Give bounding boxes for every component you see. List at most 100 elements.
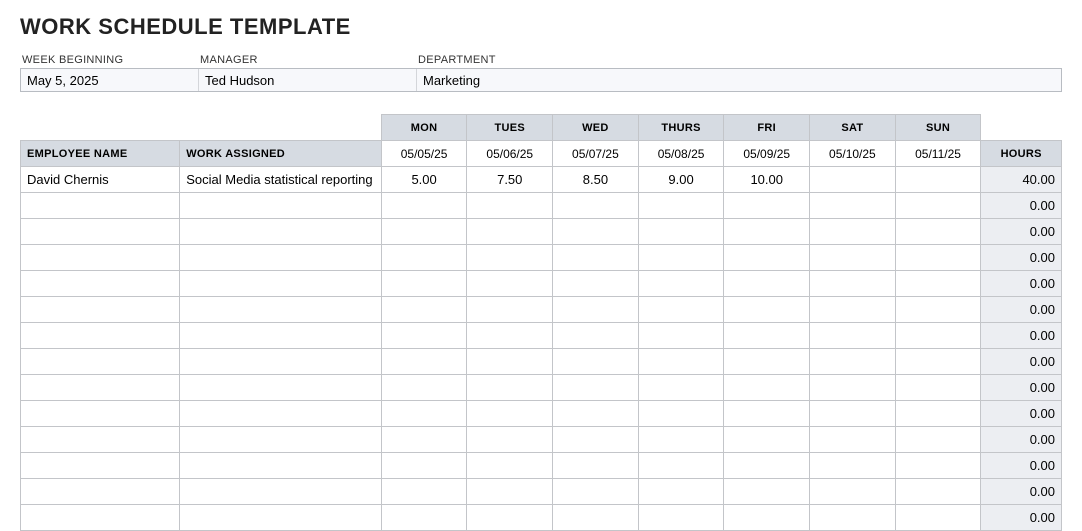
day-cell[interactable] (381, 271, 467, 297)
day-cell[interactable] (724, 271, 810, 297)
day-cell[interactable] (810, 479, 896, 505)
day-cell[interactable] (724, 245, 810, 271)
day-cell[interactable] (553, 245, 639, 271)
day-cell[interactable] (638, 349, 724, 375)
employee-cell[interactable] (21, 479, 180, 505)
work-cell[interactable] (180, 479, 382, 505)
day-cell[interactable] (810, 297, 896, 323)
day-cell[interactable] (553, 453, 639, 479)
day-cell[interactable] (895, 323, 981, 349)
day-cell[interactable]: 8.50 (553, 167, 639, 193)
work-cell[interactable] (180, 453, 382, 479)
work-cell[interactable] (180, 505, 382, 531)
day-cell[interactable] (467, 401, 553, 427)
day-cell[interactable] (553, 375, 639, 401)
day-cell[interactable] (724, 453, 810, 479)
day-cell[interactable] (467, 271, 553, 297)
employee-cell[interactable] (21, 219, 180, 245)
day-cell[interactable] (724, 297, 810, 323)
employee-cell[interactable] (21, 453, 180, 479)
day-cell[interactable] (381, 349, 467, 375)
employee-cell[interactable]: David Chernis (21, 167, 180, 193)
day-cell[interactable] (895, 219, 981, 245)
day-cell[interactable] (638, 297, 724, 323)
day-cell[interactable] (553, 479, 639, 505)
day-cell[interactable] (895, 297, 981, 323)
day-cell[interactable] (724, 401, 810, 427)
day-cell[interactable] (638, 427, 724, 453)
day-cell[interactable] (381, 427, 467, 453)
day-cell[interactable] (467, 427, 553, 453)
day-cell[interactable] (381, 323, 467, 349)
day-cell[interactable] (553, 297, 639, 323)
day-cell[interactable] (638, 219, 724, 245)
day-cell[interactable] (895, 167, 981, 193)
day-cell[interactable] (638, 375, 724, 401)
day-cell[interactable] (381, 401, 467, 427)
day-cell[interactable] (810, 219, 896, 245)
day-cell[interactable] (553, 401, 639, 427)
day-cell[interactable] (553, 219, 639, 245)
day-cell[interactable] (467, 323, 553, 349)
day-cell[interactable] (895, 245, 981, 271)
day-cell[interactable] (381, 479, 467, 505)
day-cell[interactable] (553, 271, 639, 297)
work-cell[interactable] (180, 219, 382, 245)
day-cell[interactable] (810, 349, 896, 375)
day-cell[interactable] (724, 427, 810, 453)
day-cell[interactable] (381, 219, 467, 245)
work-cell[interactable]: Social Media statistical reporting (180, 167, 382, 193)
day-cell[interactable] (638, 505, 724, 531)
day-cell[interactable] (810, 453, 896, 479)
day-cell[interactable] (810, 427, 896, 453)
day-cell[interactable] (638, 245, 724, 271)
day-cell[interactable] (467, 505, 553, 531)
work-cell[interactable] (180, 193, 382, 219)
employee-cell[interactable] (21, 349, 180, 375)
day-cell[interactable] (724, 349, 810, 375)
day-cell[interactable] (895, 271, 981, 297)
day-cell[interactable] (810, 323, 896, 349)
day-cell[interactable]: 9.00 (638, 167, 724, 193)
work-cell[interactable] (180, 323, 382, 349)
work-cell[interactable] (180, 427, 382, 453)
day-cell[interactable] (638, 323, 724, 349)
employee-cell[interactable] (21, 323, 180, 349)
day-cell[interactable] (467, 479, 553, 505)
day-cell[interactable] (724, 375, 810, 401)
day-cell[interactable] (467, 193, 553, 219)
day-cell[interactable] (467, 297, 553, 323)
day-cell[interactable] (553, 505, 639, 531)
day-cell[interactable] (381, 193, 467, 219)
day-cell[interactable] (895, 479, 981, 505)
employee-cell[interactable] (21, 271, 180, 297)
day-cell[interactable] (467, 349, 553, 375)
value-week[interactable]: May 5, 2025 (21, 69, 199, 91)
employee-cell[interactable] (21, 245, 180, 271)
day-cell[interactable] (638, 193, 724, 219)
day-cell[interactable] (467, 245, 553, 271)
day-cell[interactable] (724, 505, 810, 531)
day-cell[interactable] (810, 505, 896, 531)
work-cell[interactable] (180, 271, 382, 297)
day-cell[interactable] (381, 505, 467, 531)
day-cell[interactable] (724, 479, 810, 505)
employee-cell[interactable] (21, 193, 180, 219)
day-cell[interactable] (895, 375, 981, 401)
day-cell[interactable] (810, 375, 896, 401)
day-cell[interactable] (724, 219, 810, 245)
employee-cell[interactable] (21, 375, 180, 401)
day-cell[interactable] (895, 427, 981, 453)
day-cell[interactable] (810, 401, 896, 427)
day-cell[interactable] (467, 453, 553, 479)
day-cell[interactable] (724, 323, 810, 349)
day-cell[interactable] (638, 271, 724, 297)
day-cell[interactable] (553, 323, 639, 349)
day-cell[interactable] (381, 375, 467, 401)
employee-cell[interactable] (21, 297, 180, 323)
day-cell[interactable] (895, 193, 981, 219)
day-cell[interactable]: 10.00 (724, 167, 810, 193)
day-cell[interactable] (467, 375, 553, 401)
day-cell[interactable] (895, 401, 981, 427)
day-cell[interactable] (638, 453, 724, 479)
